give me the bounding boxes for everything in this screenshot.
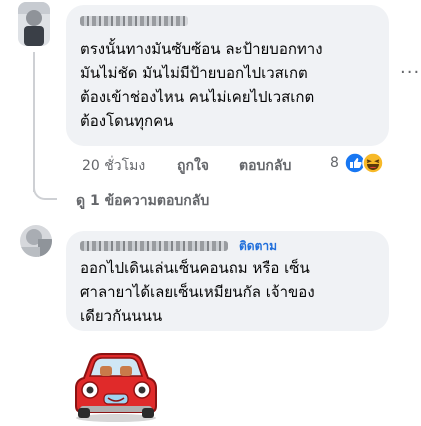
haha-icon — [362, 152, 384, 174]
comment-text: ออกไปเดินเล่นเซ็นคอนถม หรือ เซ็น ศาลายาไ… — [80, 259, 315, 325]
follow-button[interactable]: ติดตาม — [239, 237, 277, 256]
reply-button[interactable]: ตอบกลับ — [239, 155, 291, 177]
avatar[interactable] — [20, 225, 52, 257]
comment-bubble: ตรงนั้นทางมันซับซ้อน ละป้ายบอกทาง มันไม่… — [66, 5, 389, 146]
reaction-count: 8 — [330, 155, 339, 171]
comment-timestamp[interactable]: 20 ชั่วโมง — [82, 155, 145, 177]
comment-text: ตรงนั้นทางมันซับซ้อน ละป้ายบอกทาง มันไม่… — [80, 40, 323, 130]
thread-line — [33, 52, 35, 192]
author-name[interactable] — [80, 16, 188, 26]
view-replies-link[interactable]: ดู 1 ข้อความตอบกลับ — [76, 190, 209, 212]
avatar[interactable] — [18, 2, 50, 46]
comment-bubble: ติดตาม ออกไปเดินเล่นเซ็นคอนถม หรือ เซ็น … — [66, 231, 389, 331]
reaction-summary[interactable]: 8 — [330, 150, 392, 176]
author-name[interactable] — [80, 241, 228, 251]
red-car-sticker[interactable] — [66, 348, 166, 422]
more-options-icon[interactable]: ··· — [400, 62, 420, 83]
thread-line-curve — [33, 180, 57, 200]
like-button[interactable]: ถูกใจ — [177, 155, 209, 177]
